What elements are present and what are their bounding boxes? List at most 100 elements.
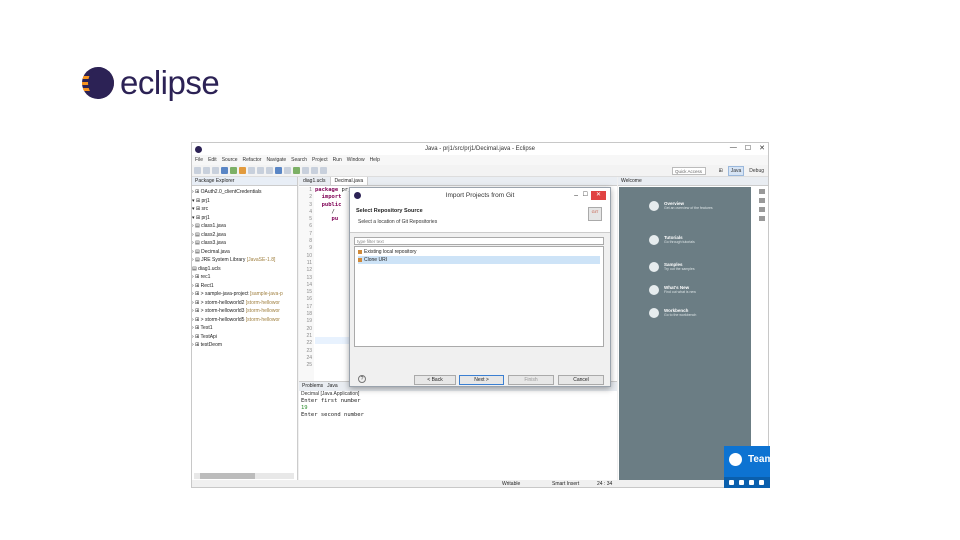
option-clone-uri[interactable]: Clone URI xyxy=(358,256,600,264)
dialog-subheading: Select a location of Git Repositories xyxy=(358,219,438,225)
tree-item[interactable]: › ⊞ testDeom xyxy=(192,341,297,350)
tree-item[interactable]: ▾ ⊞ prj1 xyxy=(192,214,297,223)
eclipse-logo-text: eclipse xyxy=(120,64,220,101)
option-existing-local-repository[interactable]: Existing local repository xyxy=(358,248,600,256)
previous-annotation-icon[interactable] xyxy=(302,167,309,174)
tree-item[interactable]: › ⊞ TestApi xyxy=(192,333,297,342)
dialog-close-button[interactable]: ✕ xyxy=(591,191,606,200)
eclipse-logo-icon xyxy=(82,67,114,99)
welcome-view: Welcome Overview Get an overview of the f… xyxy=(618,177,768,481)
tab-problems[interactable]: Problems xyxy=(302,382,323,391)
link-icon[interactable] xyxy=(759,216,765,221)
menu-file[interactable]: File xyxy=(195,157,203,163)
tree-item-label: › ▤ JRE System Library xyxy=(192,257,247,263)
new-java-project-icon[interactable] xyxy=(248,167,255,174)
maximize-icon[interactable] xyxy=(759,198,765,203)
camera-icon[interactable] xyxy=(729,480,734,485)
dialog-minimize-button[interactable]: – xyxy=(574,188,578,203)
menu-project[interactable]: Project xyxy=(312,157,328,163)
menu-edit[interactable]: Edit xyxy=(208,157,217,163)
window-close-button[interactable]: ✕ xyxy=(759,144,765,152)
print-icon[interactable] xyxy=(212,167,219,174)
headset-icon[interactable] xyxy=(739,480,744,485)
open-type-icon[interactable] xyxy=(275,167,282,174)
search-icon[interactable] xyxy=(284,167,291,174)
tree-item[interactable]: ▾ ⊞ prj1 xyxy=(192,197,297,206)
tree-item[interactable]: › ▤ class2.java xyxy=(192,231,297,240)
tree-item[interactable]: › ⊞ Rect1 xyxy=(192,282,297,291)
welcome-tutorials[interactable]: Tutorials Go through tutorials xyxy=(649,235,695,245)
new-icon[interactable] xyxy=(194,167,201,174)
tree-item[interactable]: › ⊞ Test1 xyxy=(192,324,297,333)
save-icon[interactable] xyxy=(203,167,210,174)
menu-search[interactable]: Search xyxy=(291,157,307,163)
tree-item-decoration: [storm-hellowor xyxy=(245,299,280,306)
welcome-workbench[interactable]: Workbench Go to the workbench xyxy=(649,308,696,318)
tree-item[interactable]: ▤ diag1.ucls xyxy=(192,265,297,274)
view-menu-icon[interactable] xyxy=(759,207,765,212)
teamviewer-widget[interactable]: Team xyxy=(724,446,773,488)
menu-source[interactable]: Source xyxy=(222,157,238,163)
tree-item[interactable]: › ⊞ > storm-helloworld2 [storm-hellowor xyxy=(192,299,297,308)
next-button[interactable]: Next > xyxy=(459,375,504,385)
open-perspective-icon[interactable]: ⊞ xyxy=(717,167,725,175)
console-info: Decimal [Java Application] xyxy=(301,391,360,397)
tree-item[interactable]: ▾ ⊞ src xyxy=(192,205,297,214)
tree-item[interactable]: › ⊞ rec1 xyxy=(192,273,297,282)
back-button[interactable]: < Back xyxy=(414,375,456,385)
menu-window[interactable]: Window xyxy=(347,157,365,163)
help-button[interactable]: ? xyxy=(358,375,366,383)
tab-javadoc[interactable]: Java xyxy=(327,382,338,391)
next-annotation-icon[interactable] xyxy=(293,167,300,174)
new-package-icon[interactable] xyxy=(257,167,264,174)
finish-button[interactable]: Finish xyxy=(508,375,554,385)
welcome-samples[interactable]: Samples Try out the samples xyxy=(649,262,695,272)
filter-input[interactable]: type filter text xyxy=(354,237,604,245)
close-icon[interactable] xyxy=(759,480,764,485)
tab-diag1-ucls[interactable]: diag1.ucls xyxy=(299,177,331,185)
window-minimize-button[interactable]: — xyxy=(730,144,737,152)
back-icon[interactable] xyxy=(311,167,318,174)
tree-item-label: › ⊞ OAuth2.0_clientCredentials xyxy=(192,189,262,195)
menu-navigate[interactable]: Navigate xyxy=(266,157,286,163)
tab-welcome[interactable]: Welcome xyxy=(618,177,768,186)
tree-item[interactable]: › ⊞ OAuth2.0_clientCredentials xyxy=(192,188,297,197)
menu-run[interactable]: Run xyxy=(333,157,342,163)
tree-item-label: › ⊞ > sample-java-project xyxy=(192,291,250,297)
menu-refactor[interactable]: Refactor xyxy=(243,157,262,163)
git-wizard-icon: GIT xyxy=(588,207,602,221)
line-number: 21 xyxy=(306,332,312,339)
tree-item[interactable]: › ⊞ > storm-helloworld5 [storm-hellowor xyxy=(192,316,297,325)
overview-icon xyxy=(649,201,659,211)
restore-icon[interactable] xyxy=(759,189,765,194)
cancel-button[interactable]: Cancel xyxy=(558,375,604,385)
console-output[interactable]: Enter first number 19 Enter second numbe… xyxy=(299,398,617,419)
forward-icon[interactable] xyxy=(320,167,327,174)
welcome-overview[interactable]: Overview Get an overview of the features xyxy=(649,201,713,211)
quick-access-input[interactable]: Quick Access xyxy=(672,167,706,175)
debug-icon[interactable] xyxy=(221,167,228,174)
console-view: Problems Java Decimal [Java Application]… xyxy=(299,381,617,481)
tree-item[interactable]: › ▤ class1.java xyxy=(192,222,297,231)
window-maximize-button[interactable]: ☐ xyxy=(745,144,751,152)
tree-item[interactable]: › ▤ Decimal.java xyxy=(192,248,297,257)
tree-item[interactable]: › ▤ JRE System Library [JavaSE-1.8] xyxy=(192,256,297,265)
new-class-icon[interactable] xyxy=(266,167,273,174)
perspective-debug-button[interactable]: Debug xyxy=(747,167,766,175)
chat-icon[interactable] xyxy=(749,480,754,485)
menu-help[interactable]: Help xyxy=(370,157,380,163)
welcome-item-subtitle: Get an overview of the features xyxy=(664,206,713,210)
tree-item[interactable]: › ▤ class3.java xyxy=(192,239,297,248)
line-number: 3 xyxy=(309,201,312,208)
external-tools-icon[interactable] xyxy=(239,167,246,174)
tree-item[interactable]: › ⊞ > sample-java-project [sample-java-p xyxy=(192,290,297,299)
dialog-maximize-button[interactable]: ☐ xyxy=(583,188,588,203)
dialog-titlebar: Import Projects from Git – ☐ ✕ xyxy=(350,188,610,203)
perspective-java-button[interactable]: Java xyxy=(727,166,745,176)
tab-decimal-java[interactable]: Decimal.java xyxy=(330,177,369,185)
tree-item[interactable]: › ⊞ > storm-helloworld3 [storm-hellowor xyxy=(192,307,297,316)
editor-tabs: diag1.ucls Decimal.java xyxy=(299,177,617,186)
welcome-whats-new[interactable]: What's New Find out what is new xyxy=(649,285,696,295)
package-explorer-scrollbar[interactable] xyxy=(194,473,294,479)
run-icon[interactable] xyxy=(230,167,237,174)
